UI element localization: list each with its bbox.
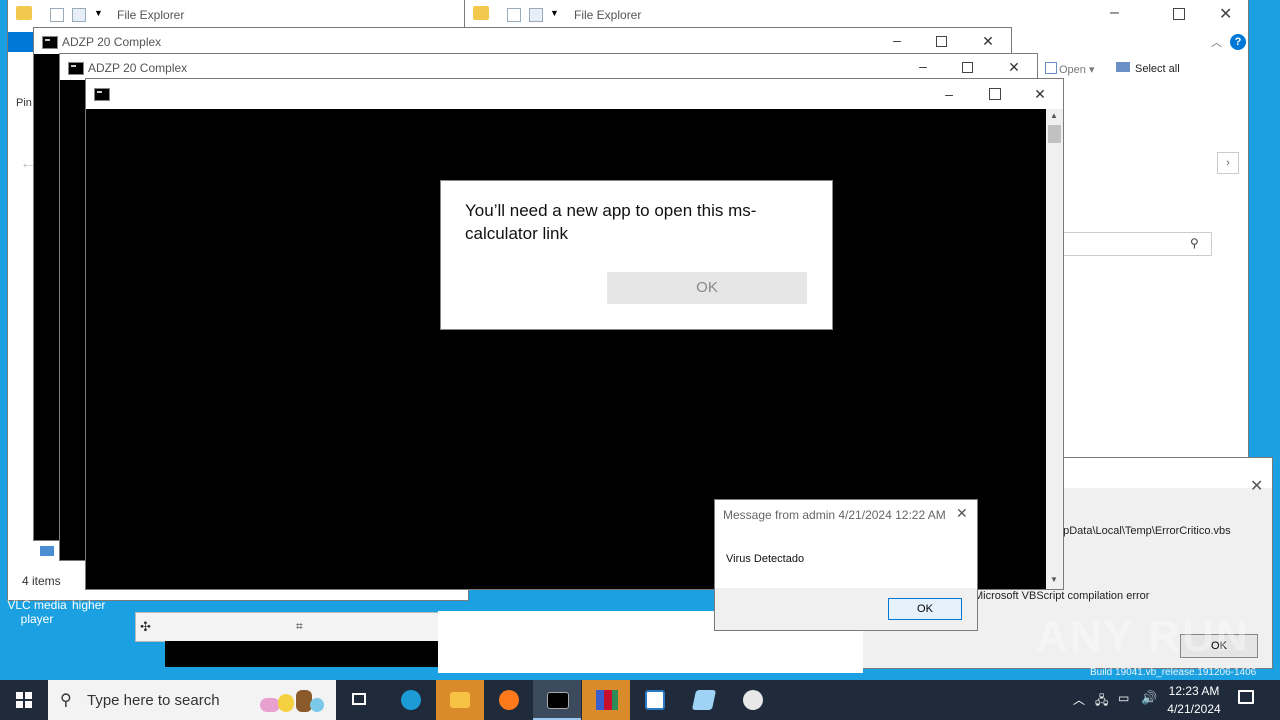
new-app-dialog[interactable]: You’ll need a new app to open this ms-ca…: [440, 180, 833, 330]
vbs-error-message: Microsoft VBScript compilation error: [974, 590, 1150, 602]
chevron-right-icon[interactable]: ›: [1217, 152, 1239, 174]
clock-date[interactable]: 4/21/2024: [1162, 702, 1226, 716]
maximize-icon[interactable]: [989, 88, 1001, 100]
desktop-icon-label[interactable]: VLC media player: [2, 598, 72, 626]
build-watermark: Build 19041.vb_release.191206-1406: [1090, 667, 1257, 678]
close-icon[interactable]: ✕: [1250, 476, 1263, 496]
file-explorer-taskbar-icon[interactable]: [436, 680, 484, 720]
search-icon: ⚲: [1190, 236, 1199, 250]
select-all-button[interactable]: Select all: [1135, 63, 1180, 75]
open-icon: [1045, 62, 1057, 74]
easter-eggs-icon: [260, 690, 324, 714]
new-app-ok-button[interactable]: OK: [607, 272, 807, 304]
notifications-icon[interactable]: [1238, 690, 1254, 704]
close-icon[interactable]: ✕: [1219, 4, 1232, 24]
help-icon[interactable]: ?: [1230, 34, 1246, 50]
clock-time[interactable]: 12:23 AM: [1164, 684, 1224, 698]
floating-toolbar[interactable]: ✣ ⌗: [135, 612, 440, 642]
winrar-icon[interactable]: [582, 680, 630, 720]
edge-icon[interactable]: [387, 680, 435, 720]
paint-icon[interactable]: [729, 680, 777, 720]
folder-icon: [473, 6, 489, 20]
search-placeholder: Type here to search: [87, 692, 220, 709]
select-all-icon: [1116, 62, 1130, 72]
volume-icon[interactable]: 🔊: [1141, 690, 1157, 706]
cmd-fragment: [165, 641, 438, 667]
crop-icon[interactable]: ⌗: [296, 619, 303, 634]
minimize-icon[interactable]: –: [900, 54, 946, 80]
admin-ok-button[interactable]: OK: [888, 598, 962, 620]
move-icon[interactable]: ✣: [140, 619, 151, 635]
vbs-error-path: ppData\Local\Temp\ErrorCritico.vbs: [1057, 525, 1231, 537]
window-title: File Explorer: [574, 8, 642, 22]
open-button[interactable]: Open ▾: [1059, 63, 1095, 76]
window-title: File Explorer: [117, 8, 185, 22]
show-hidden-icons-chevron-icon[interactable]: ︿: [1073, 691, 1085, 708]
scroll-thumb[interactable]: [1048, 125, 1061, 143]
start-button[interactable]: [0, 680, 48, 720]
display-icon[interactable]: ▭: [1118, 691, 1129, 705]
pin-label[interactable]: Pin: [16, 97, 32, 109]
maximize-icon[interactable]: [1173, 8, 1185, 20]
quick-access-dropdown-icon[interactable]: ▼: [94, 8, 103, 18]
cmd-icon: [68, 62, 84, 75]
close-icon[interactable]: ✕: [965, 28, 1011, 54]
close-icon[interactable]: ✕: [991, 54, 1037, 80]
minimize-icon[interactable]: –: [1110, 4, 1119, 22]
task-view-icon[interactable]: [336, 680, 384, 720]
taskbar-thumb-icon: [40, 546, 54, 556]
new-folder-icon[interactable]: [529, 8, 543, 22]
window-title: ADZP 20 Complex: [88, 61, 188, 75]
window-title: ADZP 20 Complex: [62, 35, 162, 49]
search-icon: ⚲: [60, 692, 72, 709]
minimize-icon[interactable]: –: [874, 28, 920, 54]
close-icon[interactable]: ✕: [956, 505, 968, 522]
dialog-body: Virus Detectado: [726, 553, 805, 565]
anyrun-watermark: ANY RUN: [1036, 612, 1250, 661]
cmd-taskbar-icon[interactable]: [533, 680, 581, 720]
desktop-icon-label[interactable]: higher: [72, 598, 114, 612]
properties-icon[interactable]: [507, 8, 521, 22]
maximize-icon[interactable]: [962, 62, 973, 73]
file-tab[interactable]: [8, 32, 34, 52]
network-icon[interactable]: 🖧: [1095, 691, 1108, 712]
cmd-icon: [94, 88, 110, 101]
cmd-icon: [42, 36, 58, 49]
search-box[interactable]: ⚲ Type here to search: [48, 680, 336, 720]
new-app-message: You’ll need a new app to open this ms-ca…: [465, 201, 757, 243]
collapse-ribbon-icon[interactable]: ︿: [1211, 34, 1222, 50]
wordpad-icon[interactable]: [631, 680, 679, 720]
firefox-icon[interactable]: [485, 680, 533, 720]
close-icon[interactable]: ✕: [1017, 79, 1063, 109]
notepad-icon[interactable]: [680, 680, 728, 720]
scroll-down-icon[interactable]: ▼: [1050, 575, 1058, 584]
maximize-icon[interactable]: [936, 36, 947, 47]
scrollbar[interactable]: ▲ ▼: [1046, 109, 1063, 589]
properties-icon[interactable]: [50, 8, 64, 22]
taskbar: ⚲ Type here to search ︿ 🖧 ▭ 🔊 12:23 AM 4…: [0, 680, 1280, 720]
quick-access-dropdown-icon[interactable]: ▼: [550, 8, 559, 18]
dialog-title: Message from admin 4/21/2024 12:22 AM: [723, 508, 946, 522]
minimize-icon[interactable]: –: [926, 79, 972, 109]
scroll-up-icon[interactable]: ▲: [1050, 111, 1058, 120]
new-folder-icon[interactable]: [72, 8, 86, 22]
folder-icon: [16, 6, 32, 20]
admin-message-dialog[interactable]: Message from admin 4/21/2024 12:22 AM ✕ …: [715, 500, 977, 630]
